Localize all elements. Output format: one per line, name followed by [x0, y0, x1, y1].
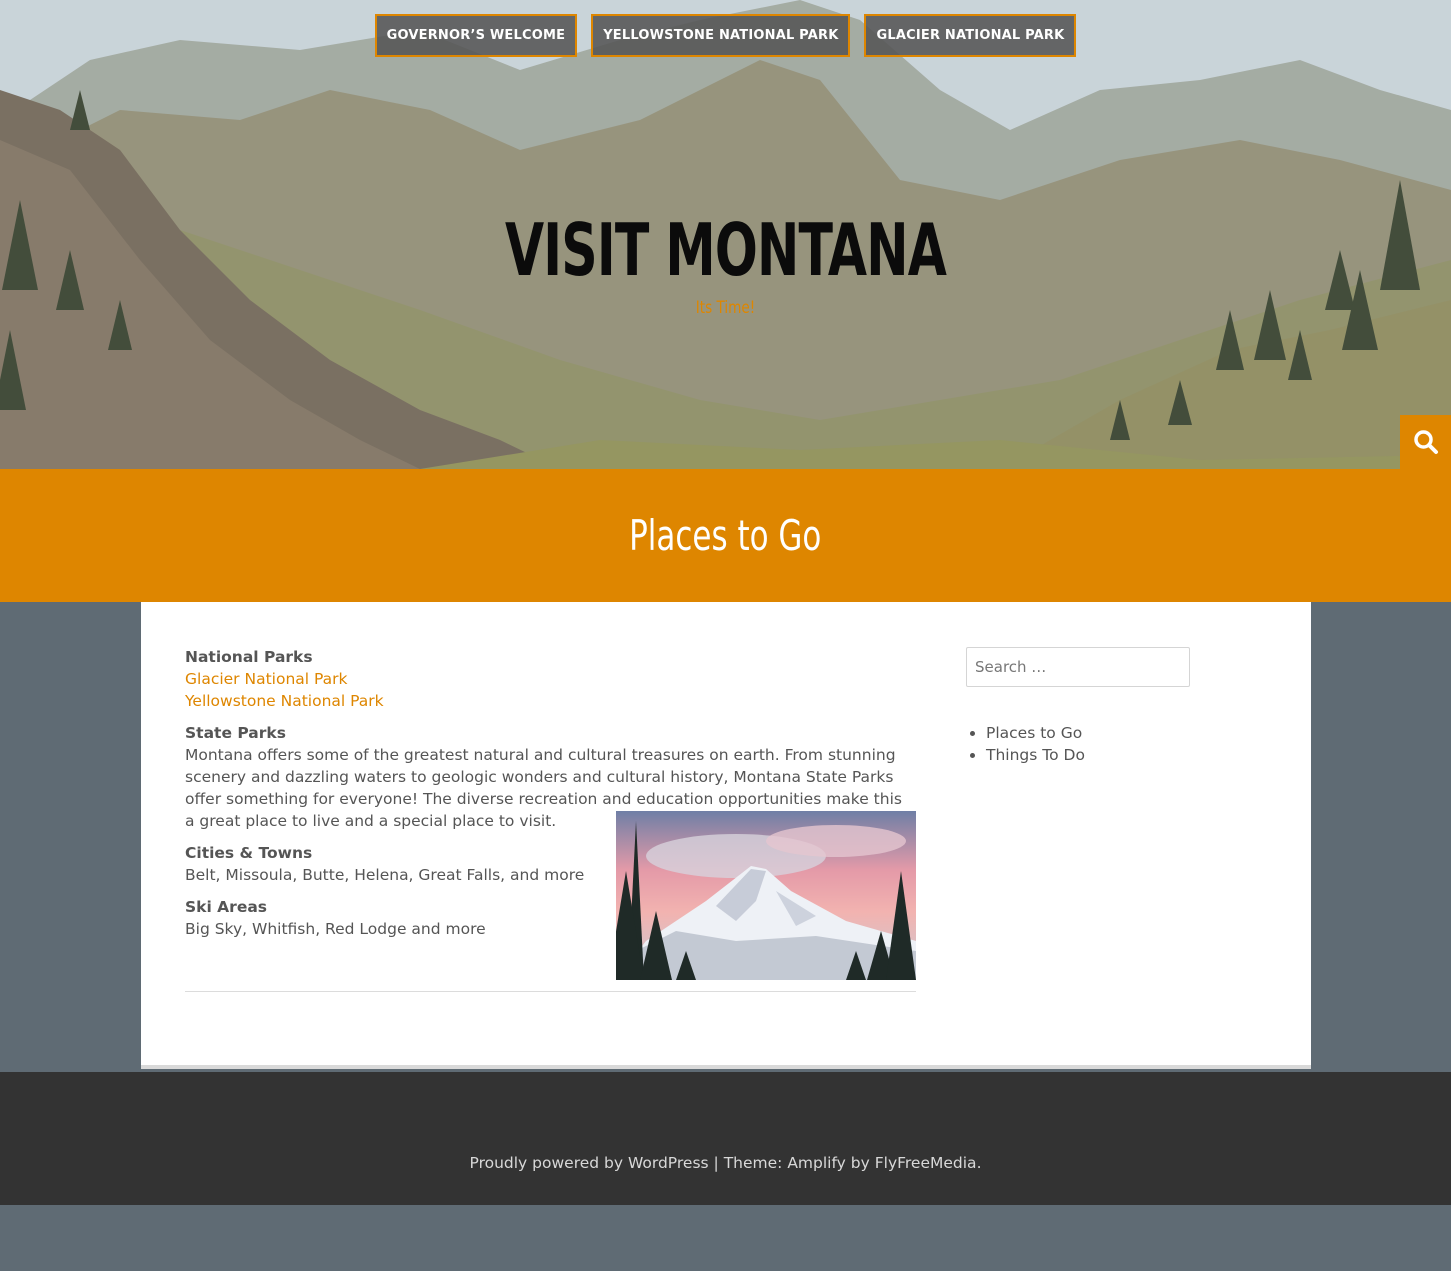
- footer-separator: |: [713, 1154, 719, 1172]
- nav-item-glacier[interactable]: GLACIER NATIONAL PARK: [864, 14, 1077, 57]
- nav-item-governors-welcome[interactable]: GOVERNOR’S WELCOME: [374, 14, 578, 57]
- sidebar: Places to Go Things To Do: [966, 647, 1190, 766]
- page-title: Places to Go: [629, 511, 822, 560]
- theme-author-link[interactable]: FlyFreeMedia: [875, 1154, 977, 1172]
- site-title[interactable]: VISIT MONTANA: [160, 208, 1292, 292]
- glacier-national-park-link[interactable]: Glacier National Park: [185, 668, 916, 690]
- hero-header: GOVERNOR’S WELCOME YELLOWSTONE NATIONAL …: [0, 0, 1451, 469]
- entry-divider: [185, 991, 916, 992]
- yellowstone-national-park-link[interactable]: Yellowstone National Park: [185, 690, 916, 712]
- ski-mountain-image: [616, 811, 916, 980]
- sidebar-item-things-to-do[interactable]: Things To Do: [986, 744, 1190, 766]
- sidebar-search-input[interactable]: [966, 647, 1190, 687]
- site-footer: Proudly powered by WordPress | Theme: Am…: [0, 1072, 1451, 1205]
- nav-item-yellowstone[interactable]: YELLOWSTONE NATIONAL PARK: [591, 14, 851, 57]
- state-parks-heading: State Parks: [185, 724, 286, 742]
- national-parks-heading: National Parks: [185, 648, 313, 666]
- site-tagline: Its Time!: [695, 298, 756, 318]
- footer-credits: Proudly powered by WordPress | Theme: Am…: [0, 1154, 1451, 1172]
- search-toggle-button[interactable]: [1400, 415, 1451, 469]
- page-title-band: Places to Go: [0, 469, 1451, 602]
- sidebar-menu: Places to Go Things To Do: [966, 722, 1190, 766]
- sidebar-item-places-to-go[interactable]: Places to Go: [986, 722, 1190, 744]
- national-parks-section: National Parks Glacier National Park Yel…: [185, 646, 916, 712]
- theme-credit-text: Theme: Amplify by: [723, 1154, 875, 1172]
- primary-navigation: GOVERNOR’S WELCOME YELLOWSTONE NATIONAL …: [0, 14, 1451, 57]
- search-icon: [1413, 430, 1438, 454]
- content-card: National Parks Glacier National Park Yel…: [141, 602, 1311, 1069]
- wordpress-credit-link[interactable]: Proudly powered by WordPress: [470, 1154, 709, 1172]
- footer-period: .: [976, 1154, 982, 1172]
